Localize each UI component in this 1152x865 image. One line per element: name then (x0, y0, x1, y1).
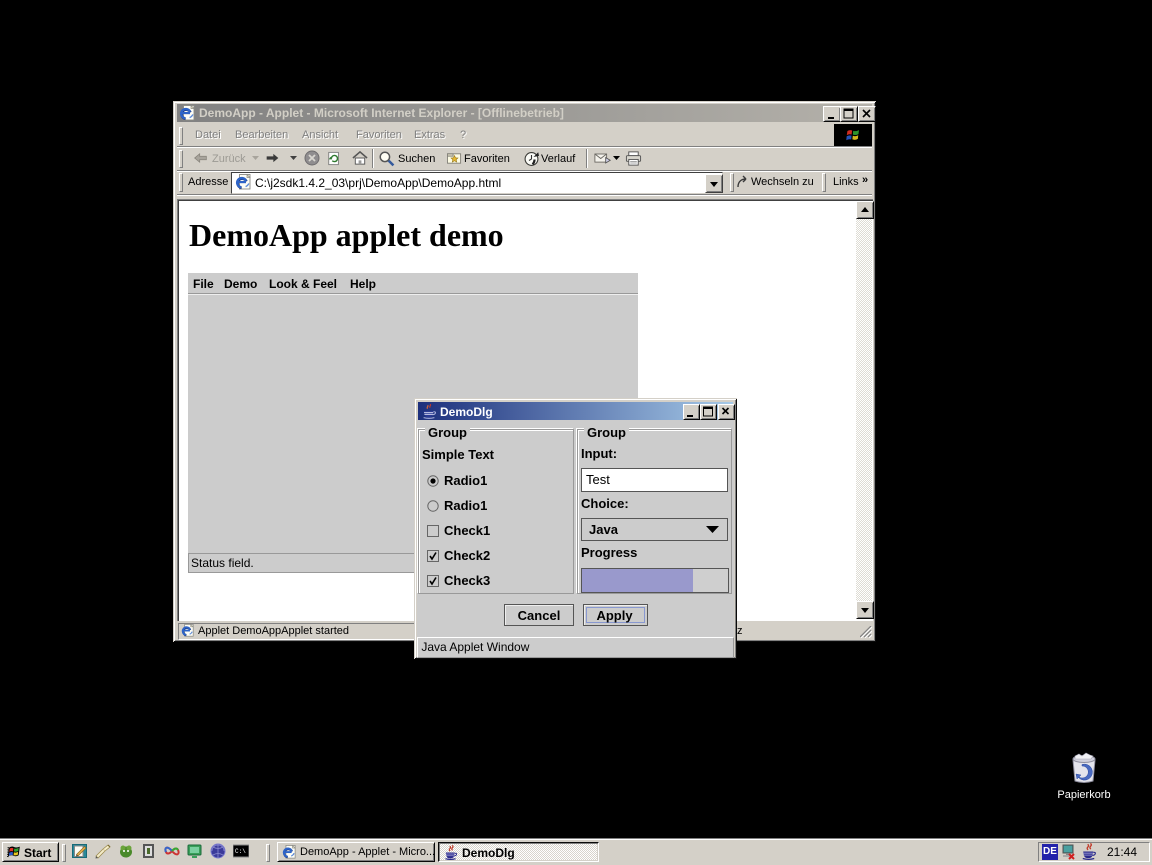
svg-text:C:\: C:\ (235, 848, 246, 855)
